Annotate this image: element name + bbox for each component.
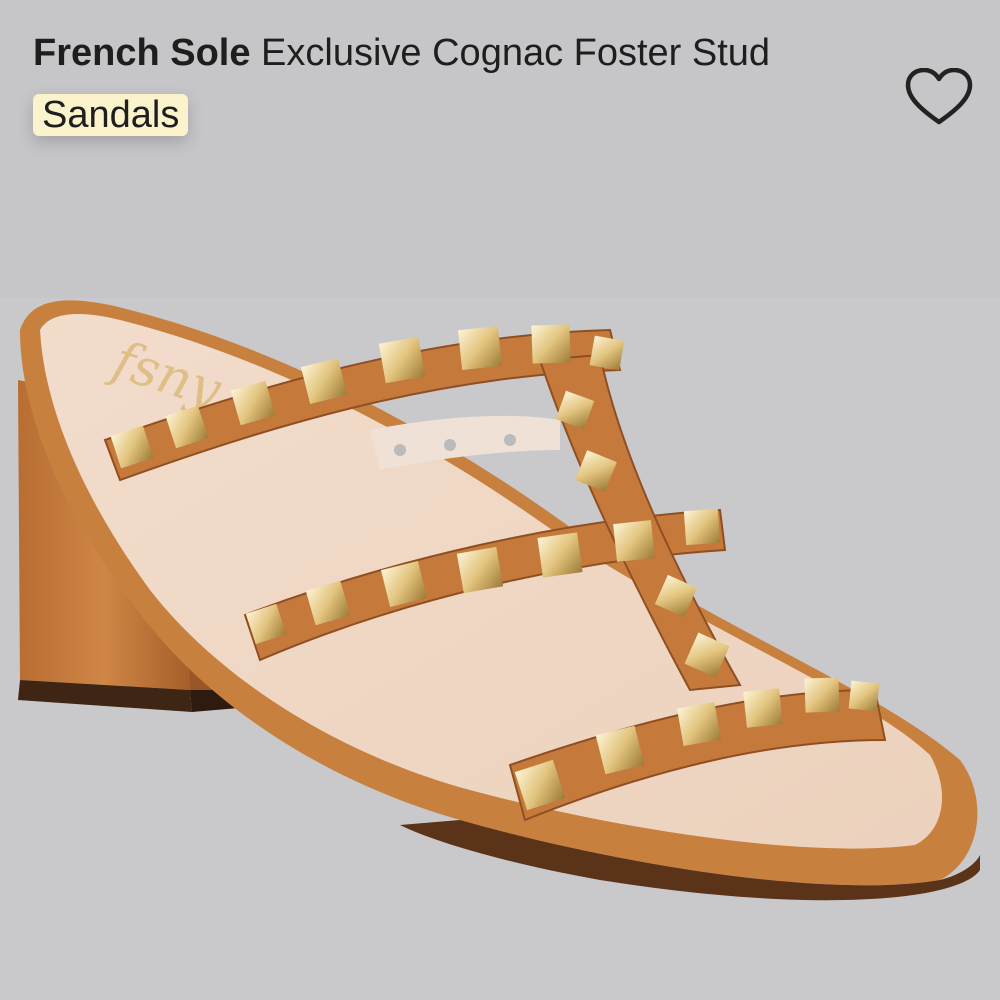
search-term-highlight: Sandals: [33, 94, 189, 136]
product-header: French Sole Exclusive Cognac Foster Stud…: [0, 0, 1000, 300]
wishlist-button[interactable]: [905, 67, 973, 128]
product-image[interactable]: fsny: [0, 298, 1000, 1000]
heart-outline-icon: [905, 67, 973, 125]
brand-name: French Sole: [33, 32, 251, 74]
product-title: French Sole Exclusive Cognac Foster Stud…: [33, 22, 863, 146]
product-name: Exclusive Cognac Foster Stud: [250, 32, 771, 74]
